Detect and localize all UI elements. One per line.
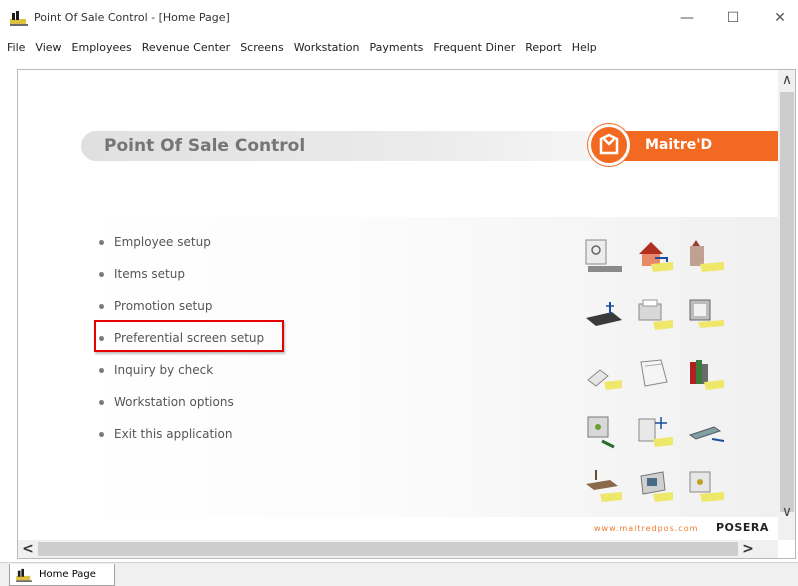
menu-bar: File View Employees Revenue Center Scree… (0, 37, 798, 59)
status-bar: Home Page (0, 562, 798, 586)
safe-icon[interactable] (582, 236, 626, 276)
footer-url[interactable]: www.maitredpos.com (594, 524, 698, 533)
keyboard-icon[interactable] (582, 294, 626, 334)
menu-link-employee-setup[interactable]: Employee setup (99, 232, 211, 252)
maitred-logo-icon (588, 124, 630, 166)
bullet-icon (99, 431, 104, 437)
list-item-label: Employee setup (114, 235, 211, 249)
books-icon[interactable] (684, 354, 728, 394)
window-title: Point Of Sale Control - [Home Page] (34, 11, 230, 24)
close-button[interactable]: ✕ (765, 6, 795, 30)
menu-help[interactable]: Help (567, 38, 602, 58)
list-item-label: Promotion setup (114, 299, 213, 313)
page-title: Point Of Sale Control (104, 136, 306, 156)
menu-file[interactable]: File (2, 38, 30, 58)
tab-home-page[interactable]: Home Page (9, 564, 115, 586)
papers-icon[interactable] (633, 354, 677, 394)
bullet-icon (99, 239, 104, 245)
vertical-scrollbar[interactable]: ∧ ∨ (778, 70, 795, 540)
bullet-icon (99, 303, 104, 309)
menu-link-items-setup[interactable]: Items setup (99, 264, 185, 284)
minimize-button[interactable]: — (672, 6, 702, 30)
menu-report[interactable]: Report (520, 38, 566, 58)
posera-logo: POSERA (716, 521, 769, 534)
house-icon[interactable] (633, 236, 677, 276)
list-item-label: Inquiry by check (114, 363, 214, 377)
home-page-tab-icon (16, 568, 32, 582)
vertical-scroll-thumb[interactable] (780, 92, 794, 512)
hand-card-icon[interactable] (582, 354, 626, 394)
title-bar: Point Of Sale Control - [Home Page] — ☐ … (0, 0, 798, 36)
horizontal-scroll-thumb[interactable] (38, 542, 738, 556)
building-icon[interactable] (684, 236, 728, 276)
menu-payments[interactable]: Payments (364, 38, 428, 58)
workstation-icon[interactable] (633, 411, 677, 451)
terminal-icon[interactable] (582, 411, 626, 451)
scroll-right-icon[interactable]: > (738, 540, 758, 558)
table-icon[interactable] (582, 466, 626, 506)
scroll-down-icon[interactable]: ∨ (778, 502, 795, 522)
bullet-icon (99, 271, 104, 277)
scroll-up-icon[interactable]: ∧ (778, 70, 795, 90)
home-page-content: Point Of Sale Control Maitre'D Employee … (19, 71, 778, 540)
pos-icon[interactable] (684, 466, 728, 506)
tab-label: Home Page (39, 569, 96, 580)
content-frame: Point Of Sale Control Maitre'D Employee … (17, 69, 796, 559)
maximize-button[interactable]: ☐ (718, 6, 748, 30)
network-icon[interactable] (684, 411, 728, 451)
monitor-icon[interactable] (684, 294, 728, 334)
app-icon (10, 11, 28, 26)
bullet-icon (99, 399, 104, 405)
screen-icon[interactable] (633, 466, 677, 506)
menu-screens[interactable]: Screens (235, 38, 289, 58)
printer-icon[interactable] (633, 294, 677, 334)
menu-view[interactable]: View (30, 38, 66, 58)
brand-name: Maitre'D (645, 137, 713, 153)
menu-link-promotion-setup[interactable]: Promotion setup (99, 296, 212, 316)
menu-frequent-diner[interactable]: Frequent Diner (428, 38, 520, 58)
horizontal-scrollbar[interactable]: < > (18, 540, 778, 558)
list-item-label: Items setup (114, 267, 185, 281)
list-item-label: Workstation options (114, 395, 234, 409)
menu-revenue-center[interactable]: Revenue Center (137, 38, 235, 58)
scroll-left-icon[interactable]: < (18, 540, 38, 558)
bullet-icon (99, 367, 104, 373)
list-item-label: Exit this application (114, 427, 233, 441)
menu-employees[interactable]: Employees (67, 38, 137, 58)
highlight-annotation (94, 320, 284, 352)
menu-link-exit-application[interactable]: Exit this application (99, 424, 232, 444)
menu-link-inquiry-by-check[interactable]: Inquiry by check (99, 360, 213, 380)
menu-link-workstation-options[interactable]: Workstation options (99, 392, 234, 412)
menu-workstation[interactable]: Workstation (289, 38, 365, 58)
